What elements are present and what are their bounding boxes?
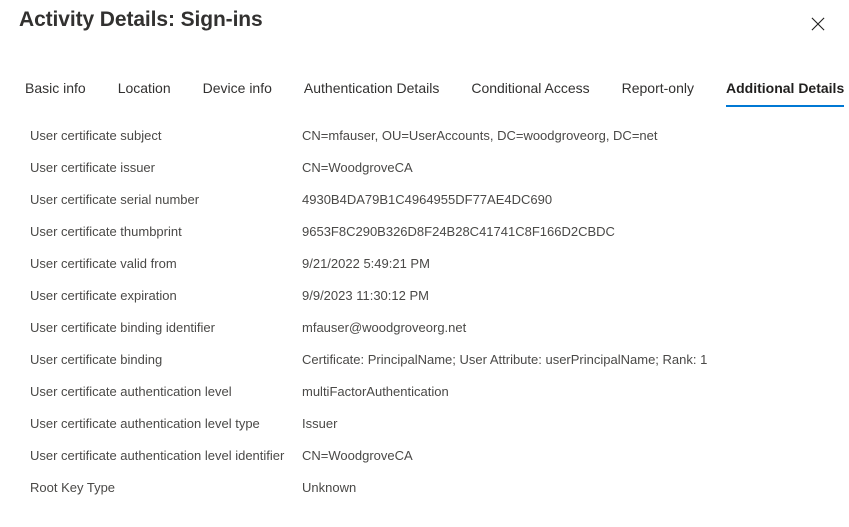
detail-value: 9653F8C290B326D8F24B28C41741C8F166D2CBDC (302, 224, 615, 239)
detail-value: multiFactorAuthentication (302, 384, 449, 399)
tab-location[interactable]: Location (118, 78, 171, 107)
details-list: User certificate subject CN=mfauser, OU=… (0, 120, 849, 504)
panel-header: Activity Details: Sign-ins (0, 0, 849, 62)
detail-row: User certificate authentication level mu… (0, 376, 849, 408)
detail-value: Certificate: PrincipalName; User Attribu… (302, 352, 708, 367)
detail-value: 9/21/2022 5:49:21 PM (302, 256, 430, 271)
detail-label: User certificate binding identifier (30, 320, 215, 335)
detail-row: User certificate expiration 9/9/2023 11:… (0, 280, 849, 312)
detail-label: User certificate valid from (30, 256, 177, 271)
detail-row: User certificate issuer CN=WoodgroveCA (0, 152, 849, 184)
detail-value: mfauser@woodgroveorg.net (302, 320, 467, 335)
detail-label: Root Key Type (30, 480, 116, 495)
detail-value: CN=WoodgroveCA (302, 160, 413, 175)
tab-device-info[interactable]: Device info (203, 78, 272, 107)
detail-value: Unknown (302, 480, 357, 495)
tab-basic-info[interactable]: Basic info (25, 78, 86, 107)
detail-row: User certificate binding Certificate: Pr… (0, 344, 849, 376)
detail-label: User certificate authentication level id… (30, 448, 285, 463)
detail-label: User certificate expiration (30, 288, 177, 303)
detail-label: User certificate authentication level (30, 384, 232, 399)
detail-value: 4930B4DA79B1C4964955DF77AE4DC690 (302, 192, 553, 207)
detail-label: User certificate subject (30, 128, 162, 143)
tab-report-only[interactable]: Report-only (622, 78, 694, 107)
detail-row: User certificate valid from 9/21/2022 5:… (0, 248, 849, 280)
close-icon (811, 17, 825, 31)
detail-row: User certificate thumbprint 9653F8C290B3… (0, 216, 849, 248)
tab-additional-details[interactable]: Additional Details (726, 78, 845, 107)
detail-row: User certificate serial number 4930B4DA7… (0, 184, 849, 216)
detail-row: User certificate authentication level id… (0, 440, 849, 472)
detail-label: User certificate thumbprint (30, 224, 182, 239)
detail-value: Issuer (302, 416, 338, 431)
tab-authentication-details[interactable]: Authentication Details (304, 78, 439, 107)
detail-label: User certificate issuer (30, 160, 155, 175)
detail-label: User certificate authentication level ty… (30, 416, 260, 431)
activity-details-panel: Activity Details: Sign-ins Basic info Lo… (0, 0, 849, 527)
detail-row: User certificate binding identifier mfau… (0, 312, 849, 344)
tab-bar: Basic info Location Device info Authenti… (0, 78, 849, 110)
detail-value: CN=mfauser, OU=UserAccounts, DC=woodgrov… (302, 128, 658, 143)
detail-value: CN=WoodgroveCA (302, 448, 413, 463)
detail-label: User certificate serial number (30, 192, 200, 207)
tab-conditional-access[interactable]: Conditional Access (471, 78, 589, 107)
close-button[interactable] (803, 9, 833, 39)
detail-row: User certificate subject CN=mfauser, OU=… (0, 120, 849, 152)
page-title: Activity Details: Sign-ins (19, 8, 263, 31)
detail-value: 9/9/2023 11:30:12 PM (302, 288, 429, 303)
detail-row: User certificate authentication level ty… (0, 408, 849, 440)
detail-label: User certificate binding (30, 352, 163, 367)
detail-row: Root Key Type Unknown (0, 472, 849, 504)
